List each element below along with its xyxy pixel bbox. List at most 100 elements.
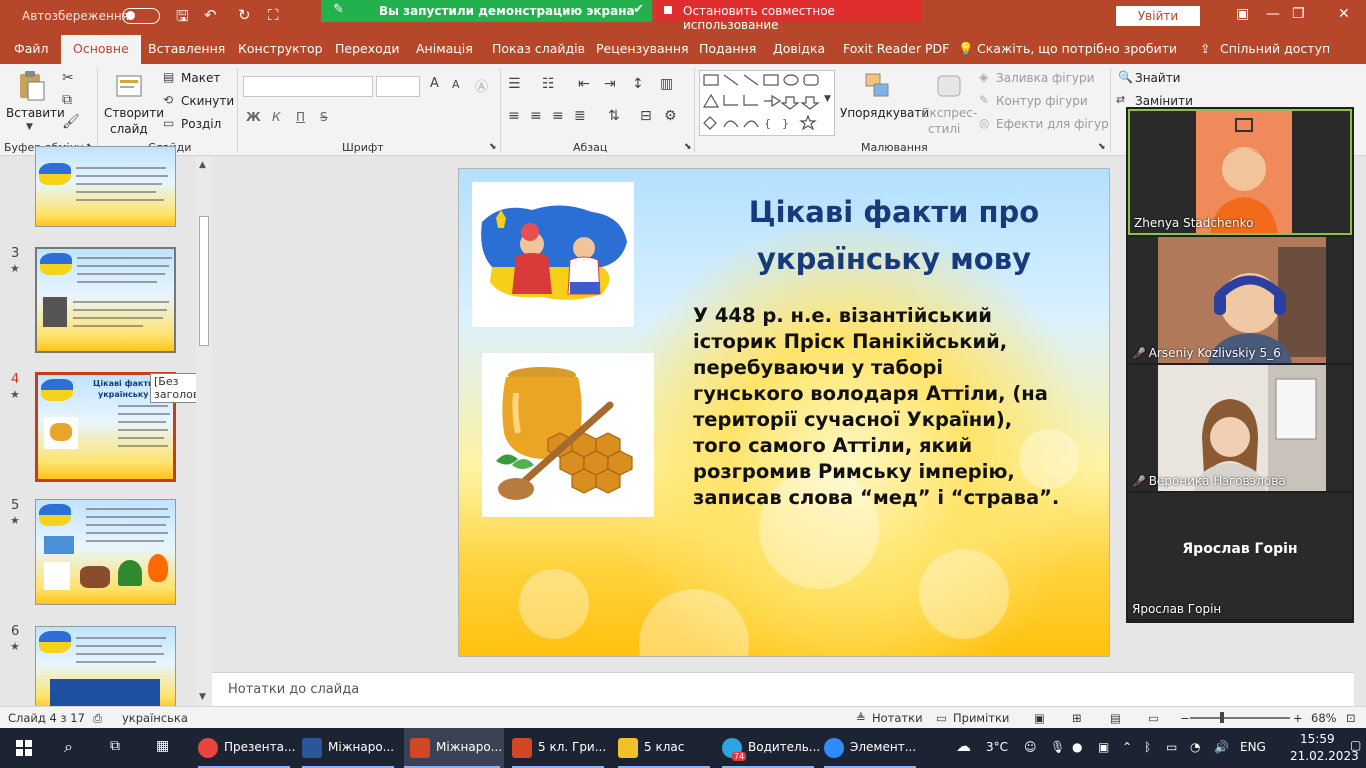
zoom-slider[interactable] bbox=[1190, 717, 1290, 719]
arrange-icon[interactable] bbox=[862, 70, 892, 102]
increase-indent-icon[interactable]: ⇥ bbox=[604, 76, 616, 92]
zoom-level[interactable]: 68% bbox=[1311, 711, 1337, 725]
taskbar-app-zoom[interactable]: Элемент... bbox=[824, 728, 920, 768]
shapes-more-icon[interactable]: ▼ bbox=[824, 94, 831, 104]
increase-font-icon[interactable]: A bbox=[430, 76, 439, 91]
ukraine-map-image[interactable] bbox=[472, 182, 634, 327]
strike-button[interactable]: S bbox=[320, 110, 328, 124]
comments-button[interactable]: Примітки bbox=[953, 711, 1009, 725]
save-icon[interactable]: 🖫 bbox=[176, 6, 189, 31]
slide-thumbnail-2[interactable] bbox=[35, 146, 176, 227]
honey-image[interactable] bbox=[482, 353, 654, 517]
columns-icon[interactable]: ▥ bbox=[660, 76, 673, 92]
cloud-icon[interactable]: ☁ bbox=[956, 737, 971, 755]
taskbar-app-telegram[interactable]: 74 Водитель... bbox=[722, 728, 820, 768]
new-slide-label-2[interactable]: слайд bbox=[110, 122, 148, 136]
font-size-input[interactable] bbox=[376, 76, 420, 97]
zoom-out-icon[interactable]: − bbox=[1180, 711, 1190, 725]
zoom-tray-icon[interactable]: ● bbox=[1072, 740, 1082, 754]
tab-file[interactable]: Файл bbox=[14, 41, 49, 56]
ribbon-display-icon[interactable]: ▣ bbox=[1236, 6, 1249, 22]
slide-thumbnail-3[interactable] bbox=[35, 247, 176, 353]
taskbar-app-chrome[interactable]: Презента... bbox=[198, 728, 295, 768]
thumbnails-scrollbar[interactable]: ▲ ▼ bbox=[196, 156, 212, 706]
video-tile[interactable]: Ярослав Горін Ярослав Горін bbox=[1128, 493, 1352, 619]
quick-styles-icon[interactable] bbox=[934, 70, 964, 102]
align-center-icon[interactable]: ≡ bbox=[530, 108, 542, 124]
tab-view[interactable]: Подання bbox=[699, 41, 756, 56]
layout-button[interactable]: Макет bbox=[181, 71, 220, 85]
scroll-down-icon[interactable]: ▼ bbox=[199, 692, 206, 702]
tab-review[interactable]: Рецензування bbox=[596, 41, 689, 56]
calculator-icon[interactable]: ▦ bbox=[156, 738, 169, 754]
zoom-in-icon[interactable]: + bbox=[1293, 711, 1303, 725]
slide-thumbnail-5[interactable] bbox=[35, 499, 176, 605]
numbering-icon[interactable]: ☷ bbox=[542, 76, 555, 92]
align-text-icon[interactable]: ⊟ bbox=[640, 108, 652, 124]
slide-thumbnail-6[interactable] bbox=[35, 626, 176, 710]
notifications-icon[interactable]: ▢ bbox=[1350, 738, 1361, 752]
decrease-indent-icon[interactable]: ⇤ bbox=[578, 76, 590, 92]
search-icon[interactable]: ⌕ bbox=[64, 737, 73, 757]
tab-slideshow[interactable]: Показ слайдів bbox=[492, 41, 585, 56]
line-spacing-icon[interactable]: ↕ bbox=[632, 76, 644, 92]
stop-share-button[interactable]: Остановить совместное использование bbox=[656, 0, 921, 32]
font-launcher-icon[interactable]: ⬊ bbox=[489, 142, 497, 152]
arrange-label[interactable]: Упорядкувати bbox=[840, 106, 929, 120]
undo-icon[interactable]: ↶ bbox=[204, 6, 217, 24]
format-painter-icon[interactable]: 🖌 bbox=[62, 114, 80, 130]
zoom-video-panel[interactable]: Zhenya Stadchenko 🎤̸ Arseniy Kozlivskiy 5… bbox=[1126, 107, 1354, 623]
clear-format-icon[interactable]: Ⓐ bbox=[475, 76, 488, 95]
clock-time[interactable]: 15:59 bbox=[1300, 732, 1335, 746]
bullets-icon[interactable]: ☰ bbox=[508, 76, 521, 92]
weather-temp[interactable]: 3°C bbox=[986, 740, 1008, 754]
shape-effects-button[interactable]: Ефекти для фігур bbox=[996, 117, 1109, 131]
restore-icon[interactable]: ❐ bbox=[1292, 6, 1305, 22]
text-direction-icon[interactable]: ⇅ bbox=[608, 108, 620, 124]
shape-outline-button[interactable]: Контур фігури bbox=[996, 94, 1088, 108]
input-language[interactable]: ENG bbox=[1240, 740, 1266, 754]
slideshow-view-icon[interactable]: ▭ bbox=[1148, 711, 1159, 725]
zoom-slider-handle[interactable] bbox=[1220, 712, 1224, 723]
clock-date[interactable]: 21.02.2023 bbox=[1290, 749, 1359, 763]
section-button[interactable]: Розділ bbox=[181, 117, 221, 131]
battery-icon[interactable]: ▭ bbox=[1166, 740, 1177, 754]
spellcheck-icon[interactable]: ⎙ bbox=[93, 711, 102, 726]
start-slideshow-icon[interactable]: ⛶ bbox=[268, 6, 279, 24]
share-button[interactable]: Спільний доступ bbox=[1220, 41, 1330, 56]
normal-view-icon[interactable]: ▣ bbox=[1034, 711, 1045, 725]
new-slide-icon[interactable] bbox=[114, 70, 144, 102]
slide-body-text[interactable]: У 448 р. н.е. візантійський історик Пріс… bbox=[693, 303, 1103, 511]
copy-icon[interactable]: ⧉ bbox=[62, 92, 72, 108]
tab-help[interactable]: Довідка bbox=[773, 41, 825, 56]
tab-transitions[interactable]: Переходи bbox=[335, 41, 400, 56]
paste-icon[interactable] bbox=[16, 70, 46, 102]
tab-home[interactable]: Основне bbox=[61, 35, 141, 64]
signin-button[interactable]: Увійти bbox=[1116, 6, 1200, 26]
bold-button[interactable]: Ж bbox=[246, 110, 261, 124]
windows-start-icon[interactable] bbox=[16, 740, 32, 756]
quick-styles-label-2[interactable]: стилі bbox=[928, 122, 960, 136]
tab-animations[interactable]: Анімація bbox=[416, 41, 473, 56]
underline-button[interactable]: П bbox=[296, 110, 305, 124]
shapes-gallery[interactable]: {} bbox=[699, 70, 835, 136]
quick-styles-label[interactable]: Експрес- bbox=[922, 106, 977, 120]
slide-canvas[interactable]: Цікаві факти про українську мову У 448 р… bbox=[458, 168, 1110, 657]
find-button[interactable]: Знайти bbox=[1135, 71, 1180, 85]
cut-icon[interactable]: ✂ bbox=[62, 70, 74, 86]
slide-scrollbar[interactable] bbox=[1354, 156, 1366, 706]
tab-insert[interactable]: Вставлення bbox=[148, 41, 225, 56]
notes-pane[interactable]: Нотатки до слайда bbox=[212, 672, 1354, 706]
justify-icon[interactable]: ≣ bbox=[574, 108, 586, 124]
drawing-launcher-icon[interactable]: ⬊ bbox=[1098, 142, 1106, 152]
scroll-up-icon[interactable]: ▲ bbox=[199, 160, 206, 170]
redo-icon[interactable]: ↻ bbox=[238, 6, 251, 24]
reading-view-icon[interactable]: ▤ bbox=[1110, 711, 1121, 725]
align-left-icon[interactable]: ≡ bbox=[508, 108, 520, 124]
shape-fill-button[interactable]: Заливка фігури bbox=[996, 71, 1094, 85]
microphone-icon[interactable]: 🎙 bbox=[1050, 740, 1065, 754]
autosave-toggle[interactable] bbox=[122, 8, 160, 24]
language-indicator[interactable]: українська bbox=[122, 711, 188, 725]
video-tile[interactable]: Zhenya Stadchenko bbox=[1128, 109, 1352, 235]
tell-me-search[interactable]: Скажіть, що потрібно зробити bbox=[977, 41, 1177, 56]
